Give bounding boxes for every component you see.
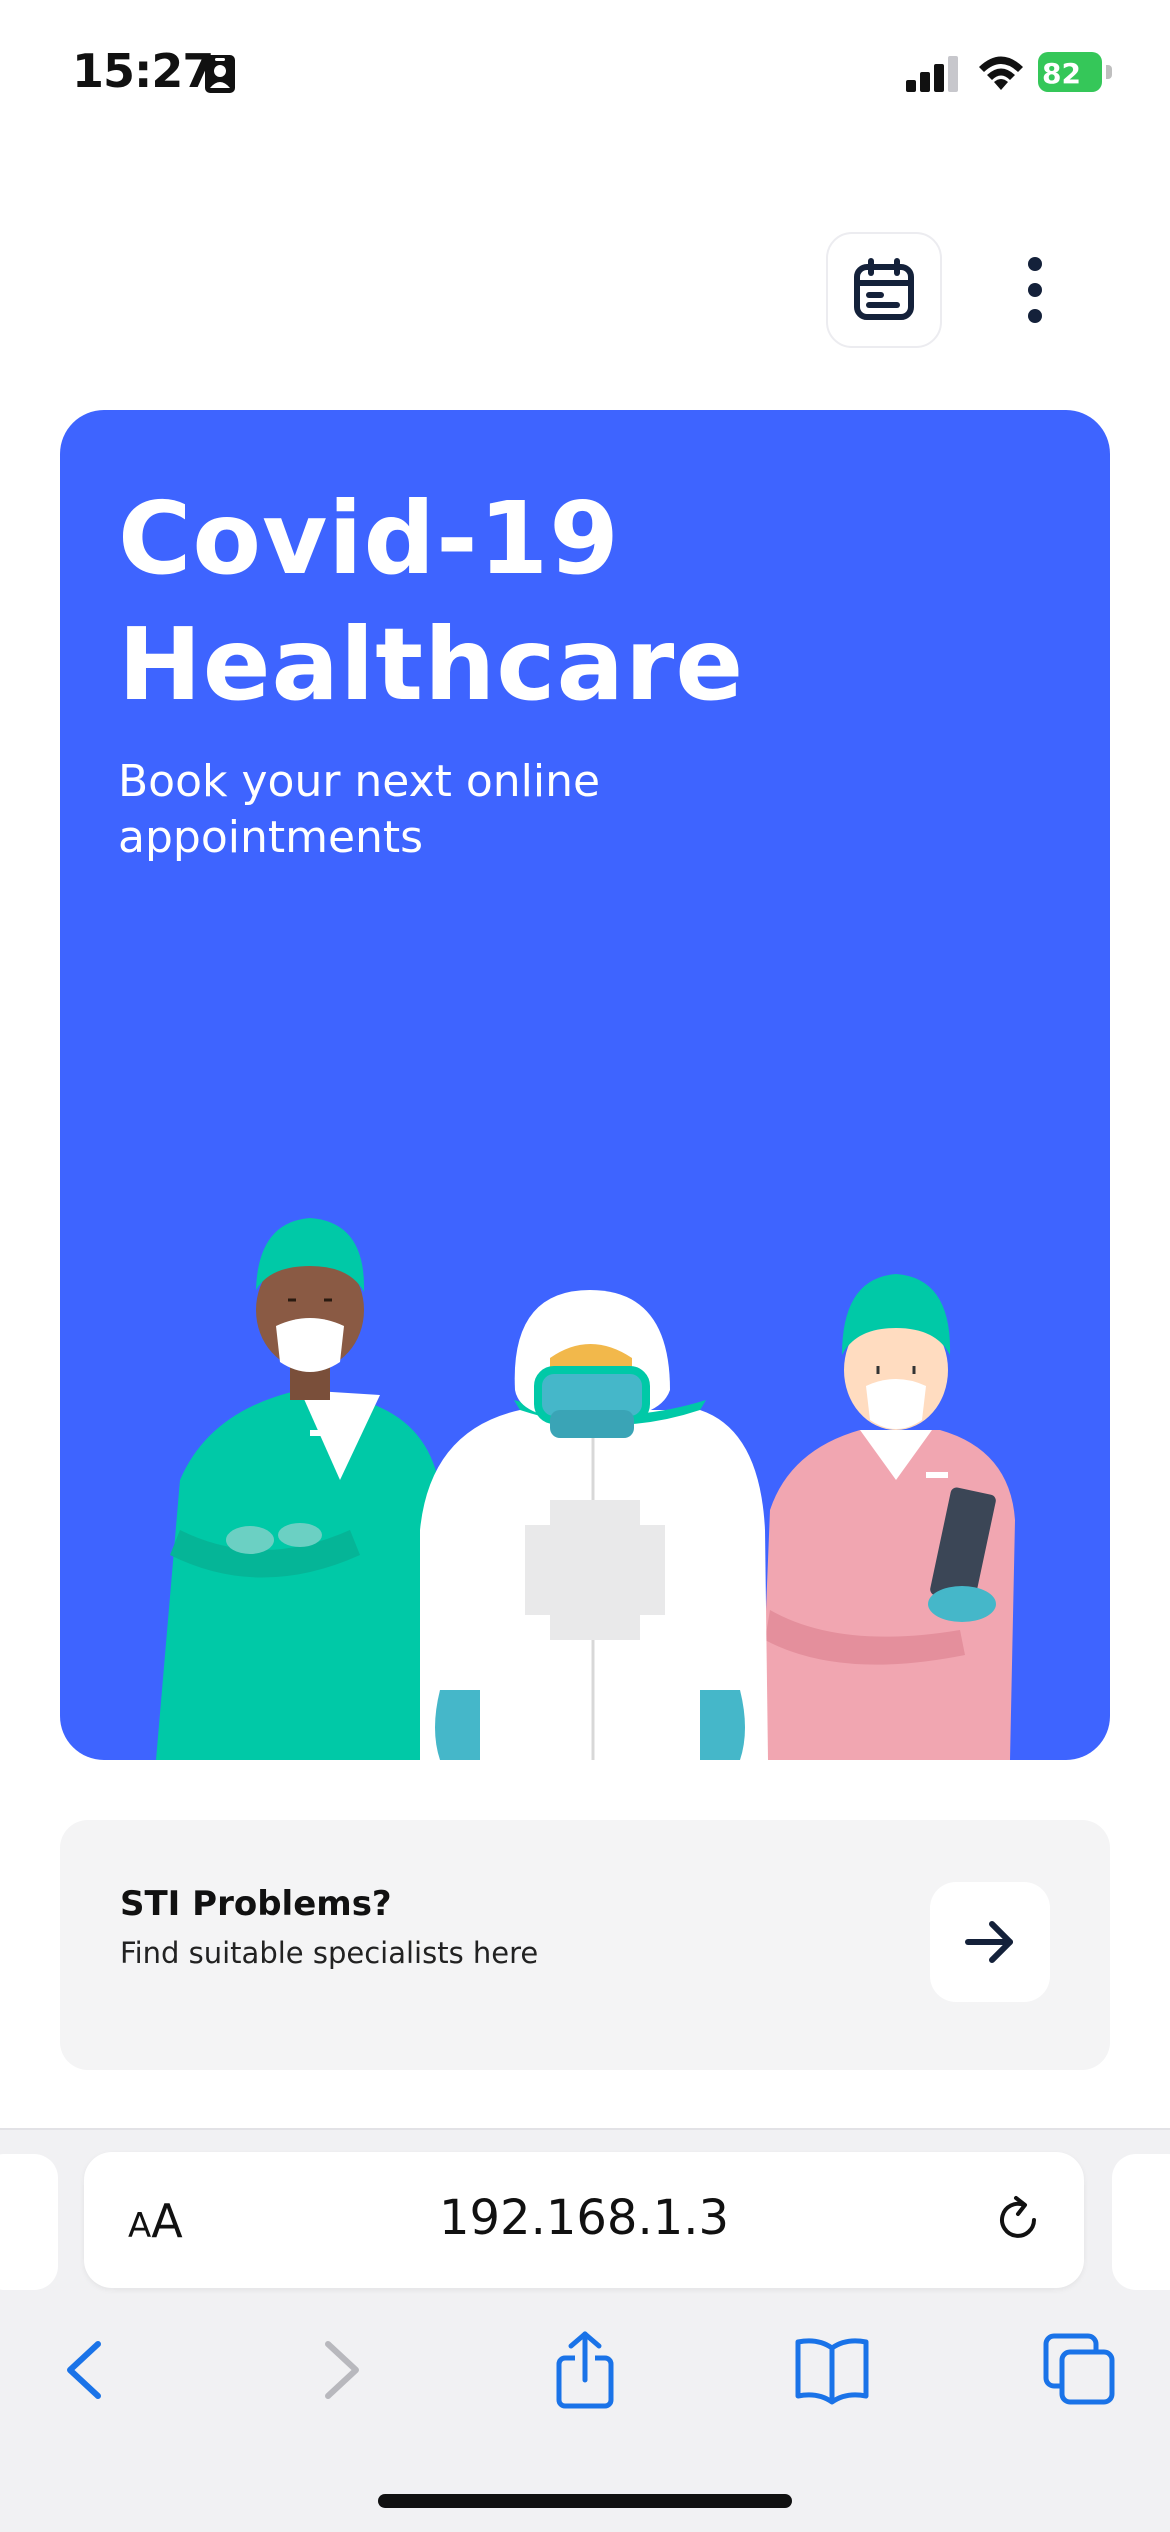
- hazmat-worker-figure: [420, 1290, 768, 1760]
- tabs-icon[interactable]: [1040, 2330, 1120, 2410]
- cellular-signal-icon: [906, 56, 958, 92]
- more-vertical-icon[interactable]: [1010, 250, 1060, 330]
- address-bar[interactable]: AA 192.168.1.3: [84, 2152, 1084, 2288]
- sti-problems-card[interactable]: STI Problems? Find suitable specialists …: [60, 1820, 1110, 2070]
- nurse-pink-figure: [760, 1274, 1015, 1760]
- share-icon[interactable]: [545, 2330, 625, 2410]
- sti-card-arrow-button[interactable]: [930, 1882, 1050, 2002]
- battery-percent: 82: [1042, 57, 1081, 90]
- bookmarks-icon[interactable]: [792, 2330, 872, 2410]
- battery-charging-icon: 82: [1038, 52, 1112, 92]
- hero-title-line2: Healthcare: [118, 606, 745, 723]
- url-text[interactable]: 192.168.1.3: [84, 2190, 1084, 2246]
- safari-toolbar: AA 192.168.1.3: [0, 2128, 1170, 2532]
- reload-icon[interactable]: [990, 2192, 1046, 2248]
- home-indicator: [378, 2494, 792, 2508]
- status-bar: 15:27 82: [0, 0, 1170, 140]
- sti-card-title: STI Problems?: [120, 1884, 392, 1924]
- hero-subtitle: Book your next online appointments: [118, 756, 601, 863]
- hero-banner[interactable]: Covid-19 Healthcare Book your next onlin…: [60, 410, 1110, 1760]
- next-tab-preview[interactable]: [1112, 2154, 1170, 2290]
- id-card-icon: [205, 55, 235, 93]
- healthcare-workers-illustration: [156, 1218, 1015, 1760]
- sti-card-subtitle: Find suitable specialists here: [120, 1936, 539, 1970]
- previous-tab-preview[interactable]: [0, 2154, 58, 2290]
- hero-title: Covid-19 Healthcare: [118, 476, 918, 728]
- back-icon[interactable]: [48, 2330, 128, 2410]
- doctor-green-figure: [156, 1218, 440, 1760]
- forward-icon[interactable]: [298, 2330, 378, 2410]
- status-time: 15:27: [72, 44, 214, 98]
- calendar-icon: [854, 258, 914, 320]
- wifi-icon: [979, 56, 1023, 90]
- calendar-button[interactable]: [826, 232, 942, 348]
- arrow-right-icon: [965, 1921, 1013, 1963]
- hero-title-line1: Covid-19: [118, 480, 620, 597]
